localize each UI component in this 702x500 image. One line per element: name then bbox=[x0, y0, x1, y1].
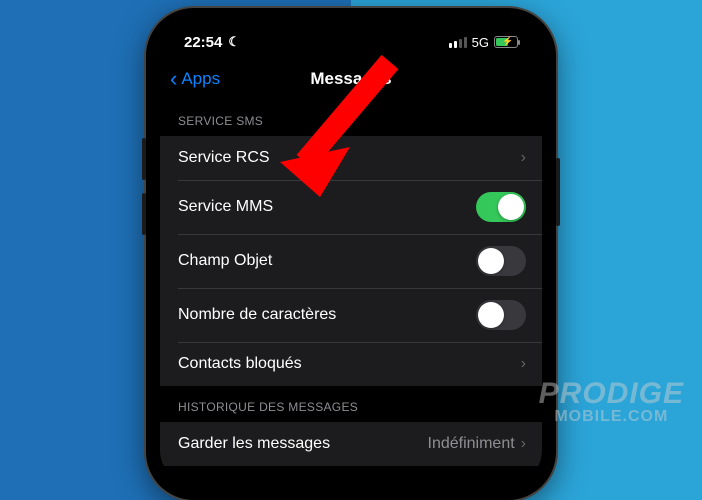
row-subject-field: Champ Objet bbox=[160, 234, 542, 288]
row-label: Champ Objet bbox=[178, 252, 272, 270]
watermark: PRODIGE MOBILE.COM bbox=[539, 378, 684, 426]
row-char-count: Nombre de caractères bbox=[160, 288, 542, 342]
watermark-line1: PRODIGE bbox=[539, 378, 684, 410]
sms-service-list: Service RCS › Service MMS Champ Objet bbox=[160, 136, 542, 386]
chevron-right-icon: › bbox=[521, 355, 526, 373]
row-service-mms: Service MMS bbox=[160, 180, 542, 234]
row-label: Service RCS bbox=[178, 149, 270, 167]
row-blocked-contacts[interactable]: Contacts bloqués › bbox=[160, 342, 542, 386]
section-header-sms: SERVICE SMS bbox=[160, 100, 542, 136]
section-header-history: HISTORIQUE DES MESSAGES bbox=[160, 386, 542, 422]
signal-icon bbox=[449, 37, 467, 48]
toggle-subject[interactable] bbox=[476, 246, 526, 276]
screen: 22:54 ☾ 5G ⚡ ‹ Apps Messages S bbox=[160, 22, 542, 486]
phone-frame: 22:54 ☾ 5G ⚡ ‹ Apps Messages S bbox=[146, 8, 556, 500]
nav-header: ‹ Apps Messages bbox=[160, 58, 542, 100]
notch bbox=[271, 22, 431, 48]
row-label: Nombre de caractères bbox=[178, 306, 336, 324]
toggle-mms[interactable] bbox=[476, 192, 526, 222]
dnd-moon-icon: ☾ bbox=[228, 34, 240, 50]
row-label: Service MMS bbox=[178, 198, 273, 216]
chevron-left-icon: ‹ bbox=[170, 68, 177, 90]
row-label: Contacts bloqués bbox=[178, 355, 302, 373]
status-time: 22:54 bbox=[184, 34, 222, 51]
settings-content: SERVICE SMS Service RCS › Service MMS Ch… bbox=[160, 100, 542, 466]
row-value: Indéfiniment bbox=[428, 435, 515, 453]
row-service-rcs[interactable]: Service RCS › bbox=[160, 136, 542, 180]
watermark-line2: MOBILE.COM bbox=[539, 409, 684, 426]
back-label: Apps bbox=[181, 69, 220, 89]
back-button[interactable]: ‹ Apps bbox=[170, 68, 220, 90]
network-label: 5G bbox=[472, 35, 489, 50]
page-title: Messages bbox=[310, 69, 391, 89]
toggle-charcount[interactable] bbox=[476, 300, 526, 330]
chevron-right-icon: › bbox=[521, 435, 526, 453]
battery-icon: ⚡ bbox=[494, 36, 518, 48]
chevron-right-icon: › bbox=[521, 149, 526, 167]
row-keep-messages[interactable]: Garder les messages Indéfiniment › bbox=[160, 422, 542, 466]
history-list: Garder les messages Indéfiniment › bbox=[160, 422, 542, 466]
row-label: Garder les messages bbox=[178, 435, 330, 453]
